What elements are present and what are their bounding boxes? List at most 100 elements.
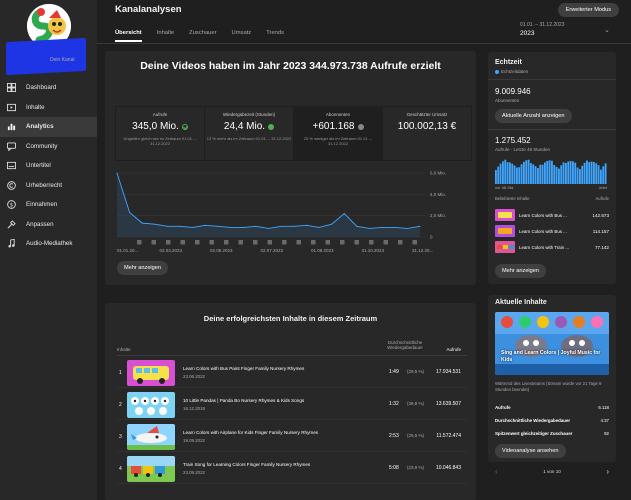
table-row[interactable]: 2 10 Little Pandas | Panda Bo Nursery Rh…	[117, 389, 467, 420]
sidebar-item-earn[interactable]: $ Einnahmen	[0, 195, 97, 215]
customize-icon	[7, 220, 16, 229]
metric-value: +601.168	[312, 121, 355, 132]
chart-publish-marker[interactable]	[383, 240, 389, 245]
realtime-bar	[495, 170, 497, 184]
video-thumbnail[interactable]	[127, 392, 175, 418]
realtime-bar-chart[interactable]	[495, 159, 607, 184]
sidebar-item-dashboard[interactable]: Dashboard	[0, 78, 97, 98]
video-thumbnail[interactable]	[127, 360, 175, 386]
chart-point	[167, 225, 168, 227]
metric-label: Geschätzter Umsatz	[406, 112, 448, 117]
sidebar-item-copyright[interactable]: Urheberrecht	[0, 176, 97, 196]
chart-point	[154, 223, 156, 225]
chart-publish-marker[interactable]	[282, 240, 287, 245]
chart-publish-marker[interactable]	[151, 240, 157, 245]
video-analysis-button[interactable]: Videoanalyse ansehen	[495, 444, 566, 458]
chart-publish-marker[interactable]	[195, 240, 200, 245]
realtime-bar	[504, 159, 507, 184]
tab-overview[interactable]: Übersicht	[115, 30, 142, 42]
chart-point	[331, 223, 333, 225]
realtime-show-more-button[interactable]: Mehr anzeigen	[495, 264, 547, 278]
sidebar-item-community[interactable]: Community	[0, 137, 97, 157]
row-date: 23.06.2022	[183, 374, 205, 379]
realtime-bar	[588, 162, 591, 184]
metric-subscribers[interactable]: Abonnenten +601.168 25 % weniger als im …	[294, 107, 382, 160]
chart-publish-marker[interactable]	[296, 240, 302, 245]
chevron-right-icon[interactable]: ›	[606, 467, 609, 476]
realtime-bar	[520, 164, 523, 184]
x-tick-label: 31.12.20...	[412, 248, 433, 253]
list-item[interactable]: Learn Colors with Bus ... 142.573	[495, 209, 609, 223]
list-item[interactable]: Learn Colors with Bus ... 114.157	[495, 225, 609, 239]
chart-publish-marker[interactable]	[238, 240, 244, 245]
video-thumbnail[interactable]	[495, 225, 515, 237]
chart-point	[280, 225, 282, 227]
sidebar-item-subtitles[interactable]: Untertitel	[0, 156, 97, 176]
sidebar-item-analytics[interactable]: Analytics	[0, 117, 97, 137]
chart-publish-marker[interactable]	[311, 240, 316, 245]
chart-publish-marker[interactable]	[369, 240, 374, 245]
subscriber-label: Abonnenten	[495, 98, 520, 103]
video-thumbnail[interactable]	[127, 424, 175, 450]
video-thumbnail[interactable]	[495, 209, 515, 221]
chart-point	[129, 211, 131, 213]
metric-revenue[interactable]: Geschätzter Umsatz 100.002,13 €	[383, 107, 471, 160]
tab-revenue[interactable]: Umsatz	[232, 30, 252, 42]
list-item[interactable]: Learn Colors with Train ... 77.142	[495, 241, 609, 255]
chart-publish-marker[interactable]	[180, 240, 186, 245]
tab-trends[interactable]: Trends	[266, 30, 284, 42]
realtime-bar	[546, 160, 549, 184]
column-header-content: Inhalte	[117, 347, 131, 352]
sidebar-item-label: Untertitel	[26, 162, 51, 170]
realtime-bar	[502, 161, 504, 184]
metric-views[interactable]: Aufrufe 345,0 Mio. Ungefähr gleich wie i…	[116, 107, 204, 160]
realtime-bar	[574, 162, 577, 184]
views-line-chart[interactable]: 6,0 Mio. 4,0 Mio. 2,0 Mio. 0 01.01.20... 03.0…	[115, 169, 472, 254]
chart-publish-marker[interactable]	[224, 240, 229, 245]
sidebar-item-content[interactable]: Inhalte	[0, 98, 97, 118]
advanced-mode-button[interactable]: Erweiterter Modus	[557, 3, 619, 17]
stat-label: Spitzenwert gleichzeitiger Zuschauer	[495, 431, 573, 436]
sidebar-item-label: Audio-Mediathek	[26, 240, 73, 248]
table-row[interactable]: 4 Train Song for Learning Colors Finger …	[117, 453, 467, 484]
sidebar-item-audio-library[interactable]: Audio-Mediathek	[0, 234, 97, 254]
row-views: 17.934.531	[435, 369, 461, 375]
show-more-button[interactable]: Mehr anzeigen	[117, 261, 169, 275]
channel-label: Dein Kanal	[50, 57, 75, 63]
chart-publish-marker[interactable]	[398, 240, 403, 245]
date-range-label[interactable]: 01.01. – 31.12.2023	[520, 22, 565, 28]
video-thumbnail[interactable]	[127, 456, 175, 482]
tab-audience[interactable]: Zuschauer	[189, 30, 216, 42]
row-percent: (23,9 %)	[407, 465, 425, 470]
table-row[interactable]: 1 Learn Colors with Bus Paint Finger Fam…	[117, 357, 467, 388]
sidebar-item-label: Dashboard	[26, 84, 57, 92]
sidebar-item-label: Anpassen	[26, 220, 54, 228]
community-icon	[7, 142, 16, 151]
chart-publish-marker[interactable]	[267, 240, 273, 245]
pager-text: 1 von 10	[543, 469, 561, 474]
divider	[488, 129, 616, 130]
show-current-count-button[interactable]: Aktuelle Anzahl anzeigen	[495, 109, 572, 123]
table-row[interactable]: 3 Learn Colors with Airplane for Kids Fi…	[117, 421, 467, 452]
row-rank: 4	[119, 466, 122, 472]
chart-publish-marker[interactable]	[340, 240, 345, 245]
sidebar-item-customize[interactable]: Anpassen	[0, 215, 97, 235]
row-duration: 2:53	[389, 433, 399, 439]
chevron-down-icon[interactable]: ⌄	[604, 26, 610, 34]
chart-publish-marker[interactable]	[209, 240, 215, 245]
chart-publish-marker[interactable]	[137, 240, 142, 245]
tab-content[interactable]: Inhalte	[157, 30, 174, 42]
live-dot-icon	[495, 69, 499, 74]
chart-publish-marker[interactable]	[354, 240, 360, 245]
latest-video-thumbnail[interactable]: Sing and Learn Colors | Joyful Music for…	[495, 312, 609, 375]
video-thumbnail[interactable]	[495, 241, 515, 253]
chart-publish-marker[interactable]	[166, 240, 171, 245]
chart-point	[255, 225, 257, 227]
x-tick-label: 03.03.2023	[160, 248, 183, 253]
chart-publish-marker[interactable]	[412, 240, 418, 245]
chart-publish-marker[interactable]	[253, 240, 258, 245]
metric-watch-time[interactable]: Wiedergabezeit (Stunden) 24,4 Mio. 13 % …	[205, 107, 293, 160]
chart-publish-marker[interactable]	[325, 240, 331, 245]
chart-point	[293, 225, 295, 227]
date-range-value[interactable]: 2023	[520, 30, 534, 37]
